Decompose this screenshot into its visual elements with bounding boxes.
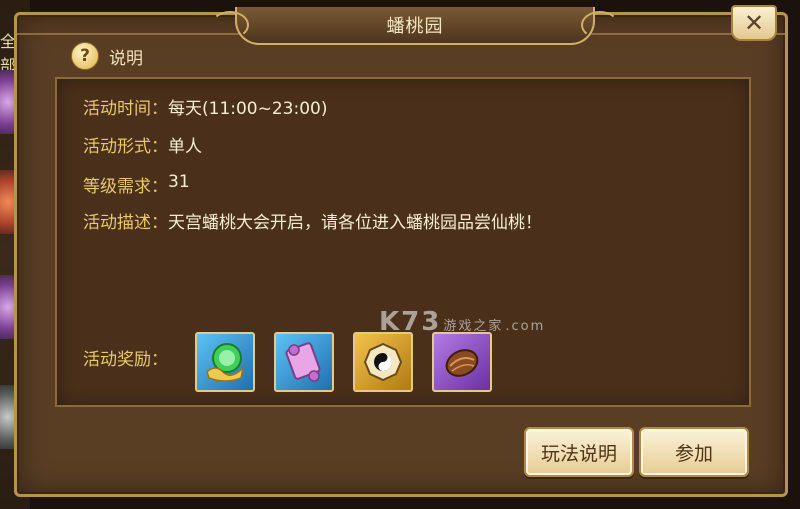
peach-seed-icon: [445, 349, 479, 377]
question-icon: ?: [71, 42, 99, 70]
info-value: 天宫蟠桃大会开启，请各位进入蟠桃园品尝仙桃！: [168, 213, 542, 233]
reward-item-3[interactable]: [353, 332, 413, 392]
info-label: 活动时间：: [83, 99, 168, 119]
reward-item-1[interactable]: [195, 332, 255, 392]
rewards-label: 活动奖励：: [83, 350, 168, 370]
watermark-domain: .com: [505, 319, 546, 334]
bagua-taiji-icon: [363, 342, 403, 382]
dialog-title: 蟠桃园: [386, 16, 444, 37]
help-section: ? 说明: [71, 42, 143, 70]
info-row-level: 等级需求： 31: [83, 172, 190, 197]
info-value: 单人: [168, 137, 202, 157]
activity-info-panel: 活动时间： 每天(11:00~23:00) 活动形式： 单人 等级需求： 31 …: [55, 77, 751, 407]
reward-item-4[interactable]: [432, 332, 492, 392]
green-gem-ingot-icon: [206, 343, 245, 382]
rules-button[interactable]: 玩法说明: [524, 427, 634, 477]
info-label: 活动形式：: [83, 137, 168, 157]
dialog-title-plate: 蟠桃园: [211, 7, 619, 45]
close-button[interactable]: ✕: [731, 5, 777, 41]
activity-dialog: 蟠桃园 ✕ ? 说明 活动时间： 每天(11:00~23:00) 活动形式： 单…: [14, 5, 788, 497]
info-row-format: 活动形式： 单人: [83, 132, 202, 157]
join-button[interactable]: 参加: [639, 427, 749, 477]
info-value: 31: [168, 172, 190, 192]
reward-item-2[interactable]: [274, 332, 334, 392]
info-row-time: 活动时间： 每天(11:00~23:00): [83, 94, 328, 119]
help-label: 说明: [109, 48, 143, 69]
info-row-description: 活动描述： 天宫蟠桃大会开启，请各位进入蟠桃园品尝仙桃！: [83, 208, 542, 233]
close-icon: ✕: [743, 9, 765, 37]
pink-scroll-icon: [285, 342, 321, 382]
info-value: 每天(11:00~23:00): [168, 99, 328, 119]
info-label: 等级需求：: [83, 177, 168, 197]
info-label: 活动描述：: [83, 213, 168, 233]
